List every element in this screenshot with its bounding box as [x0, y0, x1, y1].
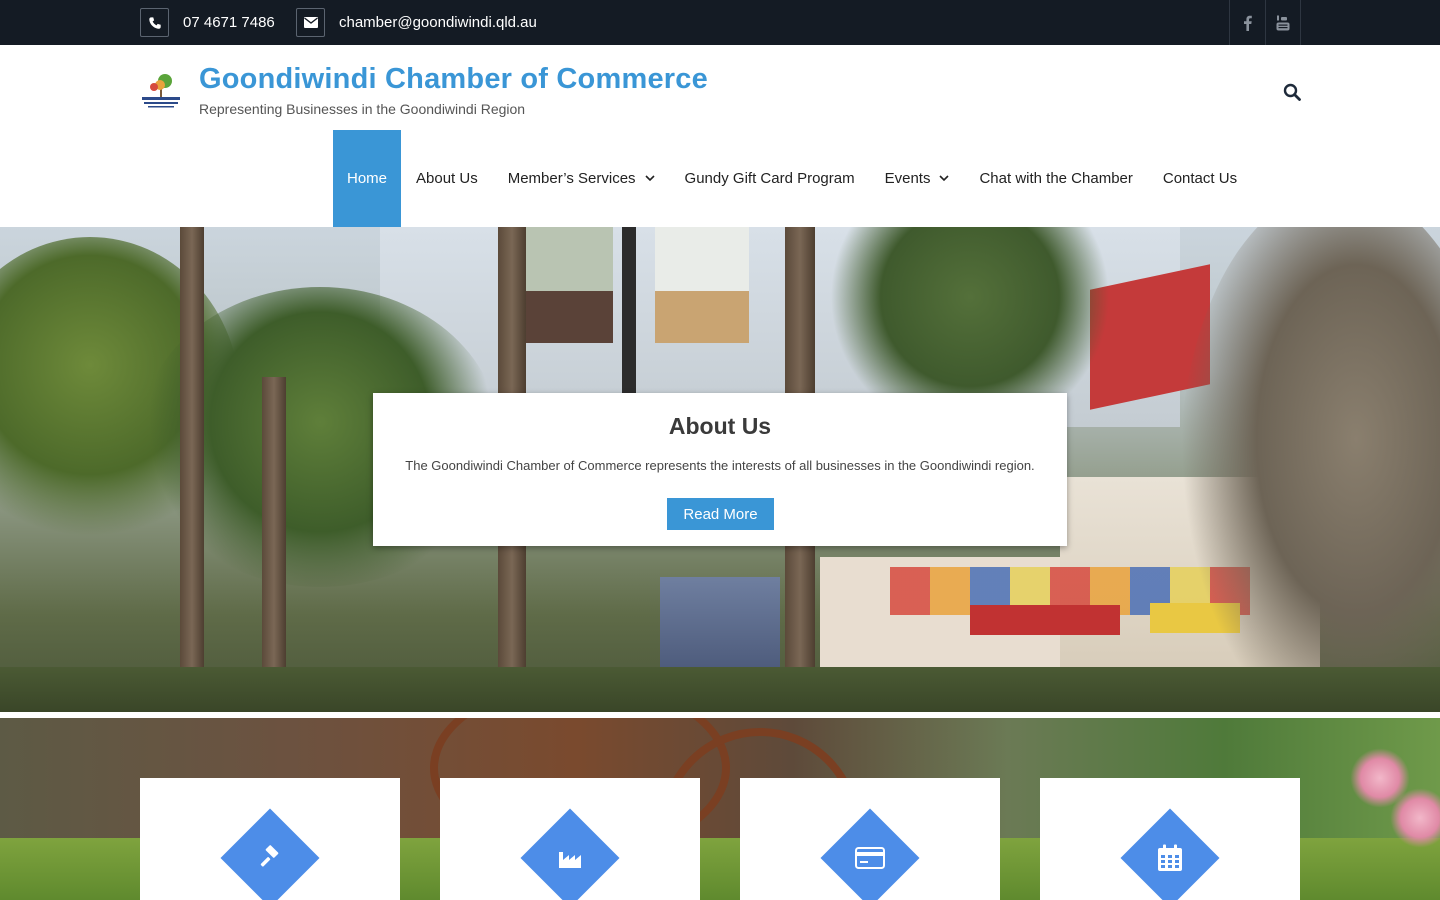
about-us-card: About Us The Goondiwindi Chamber of Comm… — [373, 393, 1067, 546]
credit-card-icon — [850, 838, 890, 878]
feature-card[interactable] — [740, 778, 1000, 900]
facebook-icon[interactable] — [1229, 0, 1265, 45]
hero-shop-sign — [970, 605, 1120, 635]
features-section — [0, 718, 1440, 900]
email-address[interactable]: chamber@goondiwindi.qld.au — [339, 14, 537, 31]
site-tagline: Representing Businesses in the Goondiwin… — [199, 101, 526, 117]
about-us-title: About Us — [668, 413, 772, 439]
hero-ground — [0, 667, 1440, 712]
nav-item-events[interactable]: Events — [870, 130, 965, 227]
nav-item-chat-with-the-chamber[interactable]: Chat with the Chamber — [964, 130, 1147, 227]
chevron-down-icon — [644, 175, 655, 182]
factory-icon — [550, 838, 590, 878]
search-icon[interactable] — [1281, 81, 1303, 103]
hero-street-banner — [655, 227, 749, 343]
feature-card[interactable] — [440, 778, 700, 900]
main-nav: Home About Us Member’s Services Gundy Gi… — [333, 130, 1252, 227]
nav-item-label: Events — [884, 170, 931, 187]
about-us-description: The Goondiwindi Chamber of Commerce repr… — [405, 458, 1035, 473]
phone-icon — [140, 8, 169, 37]
nav-item-about-us[interactable]: About Us — [401, 130, 493, 227]
nav-item-label: Gundy Gift Card Program — [684, 170, 855, 187]
phone-contact[interactable]: 07 4671 7486 — [140, 8, 275, 37]
calendar-icon — [1150, 838, 1190, 878]
nav-item-label: Home — [347, 170, 388, 187]
site-title[interactable]: Goondiwindi Chamber of Commerce — [199, 63, 708, 96]
nav-item-label: Member’s Services — [507, 170, 636, 187]
hero-palm-trunk — [180, 227, 204, 712]
site-logo[interactable] — [140, 73, 182, 111]
youtube-icon[interactable] — [1265, 0, 1301, 45]
nav-item-members-services[interactable]: Member’s Services — [493, 130, 670, 227]
feature-card[interactable] — [140, 778, 400, 900]
gavel-icon — [250, 838, 290, 878]
feature-card[interactable] — [1040, 778, 1300, 900]
nav-item-contact-us[interactable]: Contact Us — [1148, 130, 1252, 227]
top-bar: 07 4671 7486 chamber@goondiwindi.qld.au — [0, 0, 1440, 45]
nav-item-label: Chat with the Chamber — [979, 170, 1133, 187]
read-more-button[interactable]: Read More — [667, 498, 774, 530]
hero-palm-trunk — [262, 377, 286, 712]
hero-street-banner — [519, 227, 613, 343]
nav-item-label: Contact Us — [1162, 170, 1238, 187]
nav-item-label: About Us — [416, 170, 478, 187]
social-links — [1229, 0, 1301, 45]
email-contact[interactable]: chamber@goondiwindi.qld.au — [296, 8, 537, 37]
envelope-icon — [296, 8, 325, 37]
hero-street-pole — [622, 227, 636, 397]
hero-palm — [1180, 227, 1440, 712]
nav-item-home[interactable]: Home — [333, 130, 402, 227]
chevron-down-icon — [939, 175, 950, 182]
phone-number[interactable]: 07 4671 7486 — [183, 14, 275, 31]
nav-item-gundy-gift-card-program[interactable]: Gundy Gift Card Program — [670, 130, 870, 227]
